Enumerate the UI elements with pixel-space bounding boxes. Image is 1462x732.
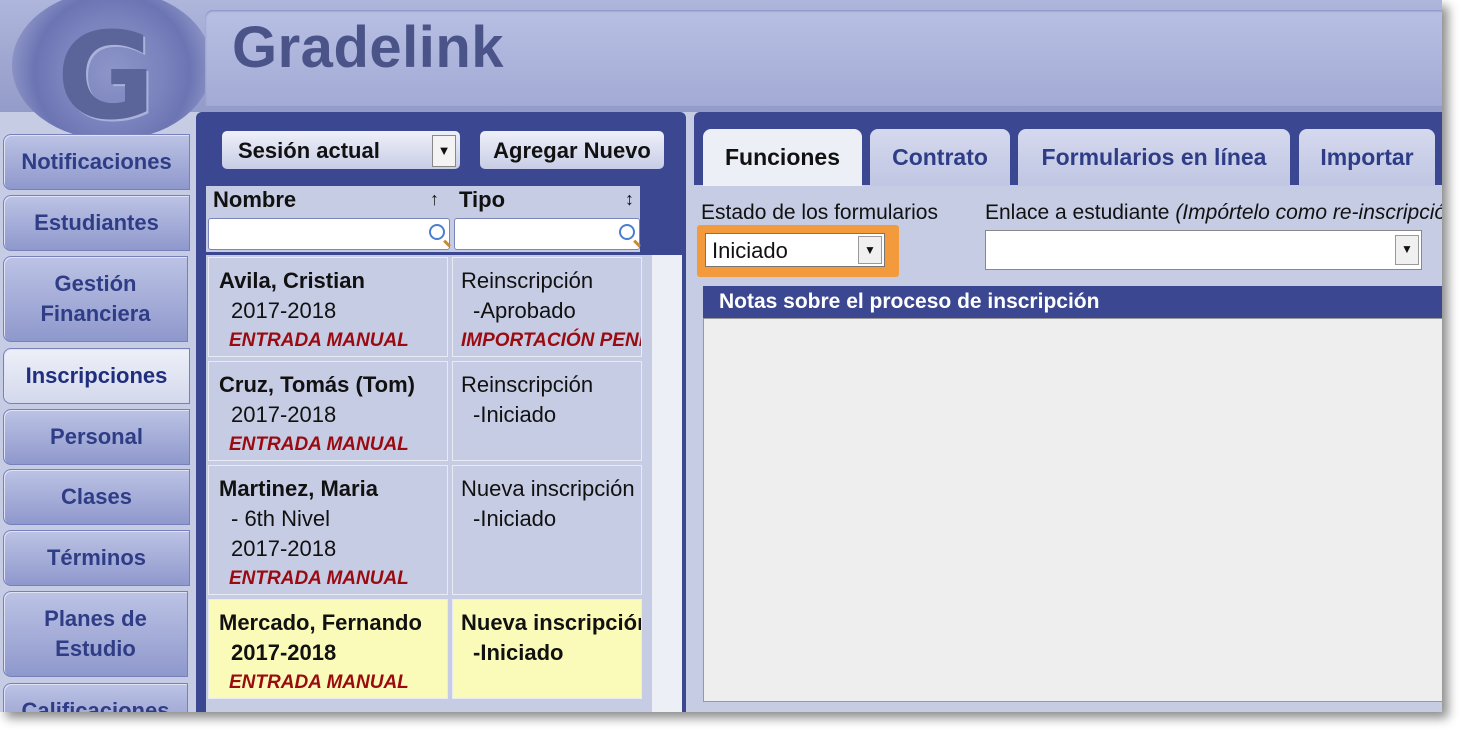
form-status-label: Estado de los formularios [701, 201, 938, 224]
type-cell[interactable]: Nueva inscripción -Iniciado [452, 599, 642, 699]
grade-level: - 6th Nivel [231, 506, 331, 531]
add-new-button[interactable]: Agregar Nuevo [480, 131, 664, 169]
arrow-up-icon[interactable]: ↑ [430, 189, 439, 210]
chevron-down-icon[interactable]: ▼ [858, 236, 882, 264]
form-status-select[interactable]: Iniciado ▼ [705, 233, 885, 267]
session-select[interactable]: Sesión actual ▼ [222, 131, 460, 169]
student-link-label-text: Enlace a estudiante [985, 201, 1170, 224]
column-header-name[interactable]: Nombre [213, 187, 296, 213]
name-filter-input[interactable] [208, 218, 450, 250]
session-select-value: Sesión actual [238, 138, 380, 163]
sidebar-item-planes-de-estudio[interactable]: Planes de Estudio [3, 591, 188, 677]
form-status-value: Iniciado [712, 238, 788, 263]
student-link-label: Enlace a estudiante (Impórtelo como re-i… [985, 201, 1442, 225]
search-icon [619, 224, 635, 240]
chevron-down-icon[interactable]: ▼ [432, 135, 456, 167]
list-scrollbar[interactable] [652, 255, 682, 712]
enrollment-type: Nueva inscripción [461, 610, 642, 635]
enrollment-status: -Iniciado [473, 402, 557, 427]
student-name: Cruz, Tomás (Tom) [219, 372, 415, 397]
notes-header: Notas sobre el proceso de inscripción [703, 286, 1442, 318]
school-year: 2017-2018 [231, 536, 337, 561]
sidebar-item-clases[interactable]: Clases [3, 469, 190, 525]
import-status: IMPORTACIÓN PENDIENTE [461, 330, 641, 351]
sort-icon[interactable]: ↕ [625, 189, 634, 210]
student-link-hint: (Impórtelo como re-inscripción) [1175, 201, 1442, 224]
enrollment-type: Nueva inscripción [461, 476, 635, 501]
chevron-down-icon[interactable]: ▼ [1395, 235, 1419, 265]
brand-name: Gradelink [232, 15, 505, 80]
sidebar-item-calificaciones[interactable]: Calificaciones [3, 683, 188, 712]
enrollment-status: -Iniciado [473, 506, 557, 531]
enrollment-type: Reinscripción [461, 372, 594, 397]
sidebar-item-notificaciones[interactable]: Notificaciones [3, 134, 190, 190]
enrollment-status: -Aprobado [473, 298, 576, 323]
column-header-type[interactable]: Tipo [459, 187, 505, 213]
sidebar-item-gestion-financiera[interactable]: Gestión Financiera [3, 256, 188, 342]
student-name: Martinez, Maria [219, 476, 378, 501]
sidebar-item-personal[interactable]: Personal [3, 409, 190, 465]
entry-source: ENTRADA MANUAL [229, 672, 409, 693]
app-header: G Gradelink [0, 0, 1442, 140]
name-cell[interactable]: Cruz, Tomás (Tom) 2017-2018 ENTRADA MANU… [208, 361, 448, 461]
logo-letter: G [56, 8, 156, 147]
sidebar-item-estudiantes[interactable]: Estudiantes [3, 195, 190, 251]
entry-source: ENTRADA MANUAL [229, 568, 409, 589]
enrollment-type: Reinscripción [461, 268, 594, 293]
student-link-select[interactable]: ▼ [985, 230, 1422, 270]
school-year: 2017-2018 [231, 640, 337, 665]
tab-contrato[interactable]: Contrato [870, 129, 1010, 186]
app-window: G Gradelink Notificaciones Estudiantes G… [0, 0, 1442, 712]
notes-textarea[interactable] [703, 318, 1442, 702]
type-cell[interactable]: Reinscripción -Iniciado [452, 361, 642, 461]
school-year: 2017-2018 [231, 298, 337, 323]
student-name: Avila, Cristian [219, 268, 365, 293]
tab-importar[interactable]: Importar [1299, 129, 1435, 186]
type-filter-input[interactable] [454, 218, 640, 250]
entry-source: ENTRADA MANUAL [229, 434, 409, 455]
tab-funciones[interactable]: Funciones [703, 129, 862, 186]
name-cell[interactable]: Martinez, Maria - 6th Nivel 2017-2018 EN… [208, 465, 448, 595]
name-cell[interactable]: Avila, Cristian 2017-2018 ENTRADA MANUAL [208, 257, 448, 357]
sidebar-item-terminos[interactable]: Términos [3, 530, 190, 586]
entry-source: ENTRADA MANUAL [229, 330, 409, 351]
search-icon [429, 224, 445, 240]
type-cell[interactable]: Reinscripción -Aprobado IMPORTACIÓN PEND… [452, 257, 642, 357]
type-cell[interactable]: Nueva inscripción -Iniciado [452, 465, 642, 595]
tab-formularios-en-linea[interactable]: Formularios en línea [1018, 129, 1290, 186]
sidebar-item-inscripciones[interactable]: Inscripciones [3, 348, 190, 404]
school-year: 2017-2018 [231, 402, 337, 427]
name-cell[interactable]: Mercado, Fernando 2017-2018 ENTRADA MANU… [208, 599, 448, 699]
student-name: Mercado, Fernando [219, 610, 422, 635]
enrollment-status: -Iniciado [473, 640, 564, 665]
